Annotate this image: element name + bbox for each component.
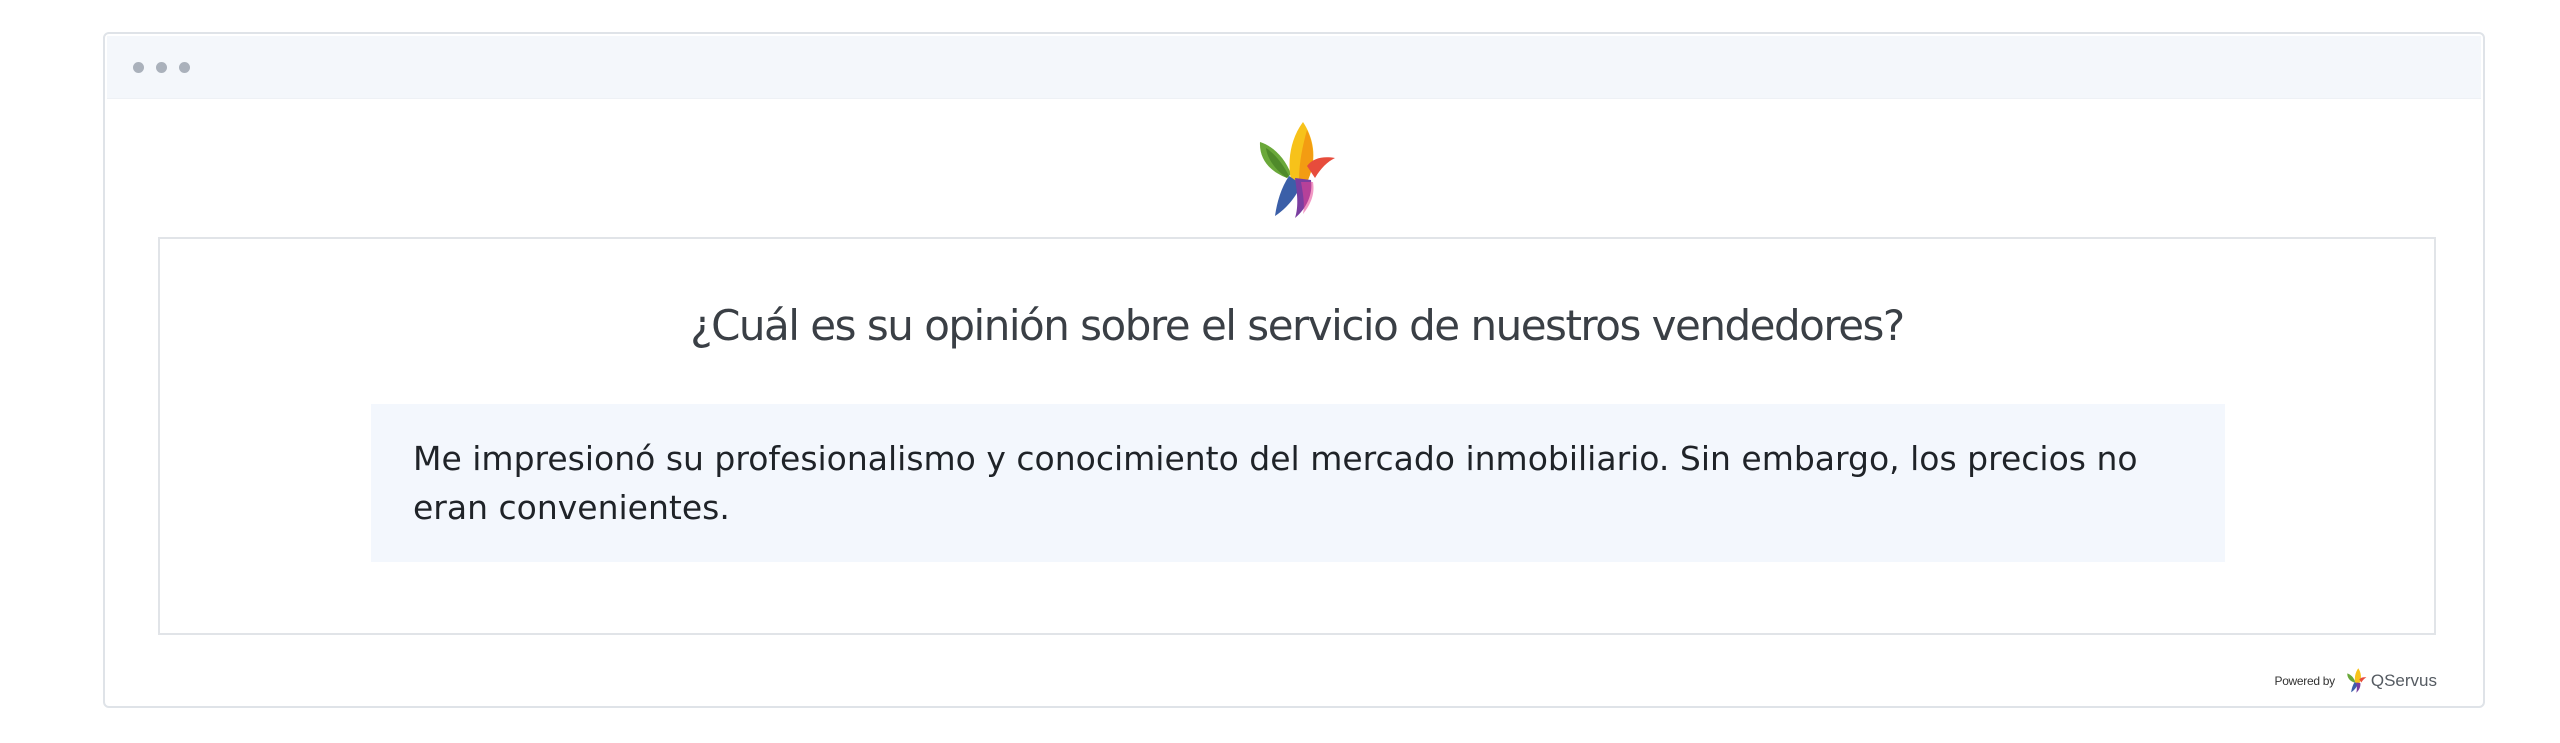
survey-window: ¿Cuál es su opinión sobre el servicio de… bbox=[103, 32, 2485, 708]
powered-by-label: Powered by bbox=[2274, 674, 2335, 688]
powered-by-footer[interactable]: Powered by QServus bbox=[2274, 668, 2437, 694]
qservus-bird-icon bbox=[2347, 668, 2367, 693]
hummingbird-logo-icon bbox=[1251, 122, 1345, 222]
answer-text: Me impresionó su profesionalismo y conoc… bbox=[371, 404, 2225, 562]
window-dot-icon bbox=[179, 62, 190, 73]
window-dot-icon bbox=[133, 62, 144, 73]
qservus-logo[interactable]: QServus bbox=[2345, 668, 2437, 694]
window-controls bbox=[133, 62, 190, 73]
window-dot-icon bbox=[156, 62, 167, 73]
qservus-brand: QServus bbox=[2370, 671, 2437, 690]
question-card: ¿Cuál es su opinión sobre el servicio de… bbox=[158, 237, 2436, 635]
window-titlebar bbox=[107, 36, 2481, 99]
question-title: ¿Cuál es su opinión sobre el servicio de… bbox=[690, 301, 1905, 350]
